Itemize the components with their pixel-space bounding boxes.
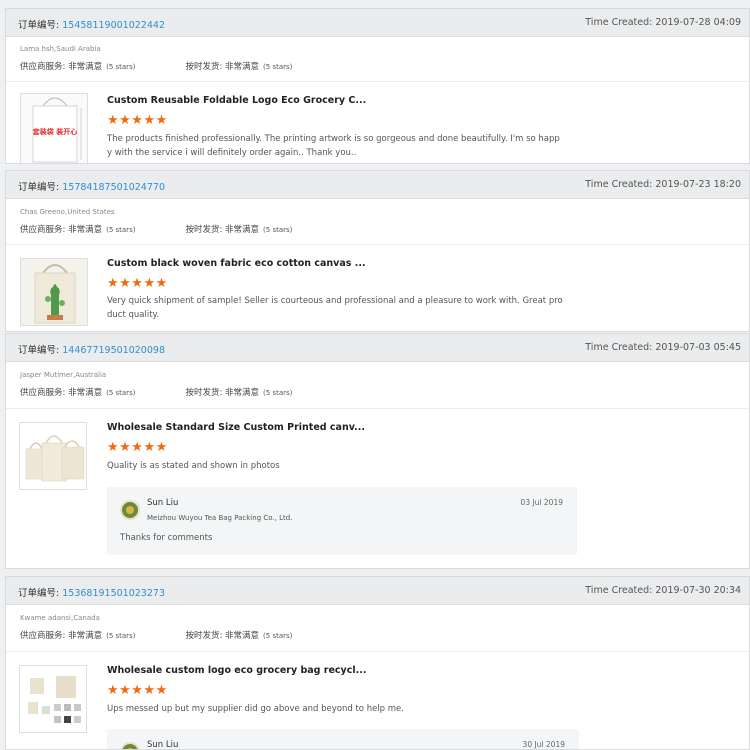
order-number-link[interactable]: 15784187501024770 xyxy=(62,182,165,193)
order-card: 订单编号: 15368191501023273 Time Created: 20… xyxy=(5,576,750,750)
supplier-ratings: 供应商服务: 非常满意 (5 stars) 按时发货: 非常满意 (5 stars) xyxy=(20,386,292,398)
shipping-stars: (5 stars) xyxy=(263,226,293,234)
rating-stars: ★★★★★ xyxy=(107,113,168,128)
order-header: 订单编号: 15784187501024770 Time Created: 20… xyxy=(6,171,749,199)
order-number-label: 订单编号: xyxy=(18,345,60,356)
review-text: Very quick shipment of sample! Seller is… xyxy=(107,294,563,322)
time-created: Time Created: 2019-07-28 04:09 xyxy=(585,17,741,28)
supplier-ratings: 供应商服务: 非常满意 (5 stars) 按时发货: 非常满意 (5 stars) xyxy=(20,629,292,641)
supplier-reply: Sun Liu Meizhou Wuyou Tea Bag Packing Co… xyxy=(107,487,577,555)
shipping-label: 按时发货: xyxy=(185,225,223,235)
reply-company: Meizhou Wuyou Tea Bag Packing Co., Ltd. xyxy=(147,514,293,522)
time-created: Time Created: 2019-07-30 20:34 xyxy=(585,585,741,596)
shipping-label: 按时发货: xyxy=(185,631,223,641)
order-number-link[interactable]: 15368191501023273 xyxy=(62,588,165,599)
supplier-service-stars: (5 stars) xyxy=(106,632,136,640)
logo-print: 套装袋 装开心 xyxy=(33,127,77,136)
review-line: y with the service i will definitely ord… xyxy=(107,148,357,158)
shipping-value: 非常满意 xyxy=(225,62,260,72)
shipping-stars: (5 stars) xyxy=(263,63,293,71)
shipping-value: 非常满意 xyxy=(225,388,260,398)
shipping-label: 按时发货: xyxy=(185,388,223,398)
order-header: 订单编号: 15458119001022442 Time Created: 20… xyxy=(6,9,749,37)
supplier-service-value: 非常满意 xyxy=(68,388,103,398)
order-number-line: 订单编号: 14467719501020098 xyxy=(18,342,165,356)
shipping-stars: (5 stars) xyxy=(263,389,293,397)
supplier-service-label: 供应商服务: xyxy=(20,62,66,72)
order-number-link[interactable]: 15458119001022442 xyxy=(62,20,165,31)
buyer-info: Jasper Mutimer,Australia xyxy=(20,371,107,379)
product-title-link[interactable]: Custom Reusable Foldable Logo Eco Grocer… xyxy=(107,95,366,106)
product-title-link[interactable]: Custom black woven fabric eco cotton can… xyxy=(107,258,366,269)
supplier-service-stars: (5 stars) xyxy=(106,226,136,234)
order-number-line: 订单编号: 15458119001022442 xyxy=(18,17,165,31)
supplier-service-stars: (5 stars) xyxy=(106,63,136,71)
supplier-service-value: 非常满意 xyxy=(68,631,103,641)
review-text: Ups messed up but my supplier did go abo… xyxy=(107,702,404,716)
shipping-label: 按时发货: xyxy=(185,62,223,72)
reply-author: Sun Liu xyxy=(147,740,179,750)
order-header: 订单编号: 15368191501023273 Time Created: 20… xyxy=(6,577,749,605)
order-card: 订单编号: 15784187501024770 Time Created: 20… xyxy=(5,170,750,332)
order-card: 订单编号: 14467719501020098 Time Created: 20… xyxy=(5,333,750,569)
shipping-value: 非常满意 xyxy=(225,225,260,235)
order-number-line: 订单编号: 15368191501023273 xyxy=(18,585,165,599)
buyer-info: Lama hsh,Saudi Arabia xyxy=(20,45,101,53)
order-number-label: 订单编号: xyxy=(18,20,60,31)
time-created: Time Created: 2019-07-23 18:20 xyxy=(585,179,741,190)
supplier-service-label: 供应商服务: xyxy=(20,225,66,235)
shipping-stars: (5 stars) xyxy=(263,632,293,640)
order-number-line: 订单编号: 15784187501024770 xyxy=(18,179,165,193)
review-line: Very quick shipment of sample! Seller is… xyxy=(107,296,563,306)
rating-stars: ★★★★★ xyxy=(107,683,168,698)
rating-stars: ★★★★★ xyxy=(107,276,168,291)
order-number-label: 订单编号: xyxy=(18,182,60,193)
supplier-ratings: 供应商服务: 非常满意 (5 stars) 按时发货: 非常满意 (5 stars) xyxy=(20,60,292,72)
product-thumbnail[interactable] xyxy=(20,258,88,326)
product-title-link[interactable]: Wholesale custom logo eco grocery bag re… xyxy=(107,665,366,676)
shipping-value: 非常满意 xyxy=(225,631,260,641)
product-thumbnail[interactable] xyxy=(19,665,87,733)
review-line: Quality is as stated and shown in photos xyxy=(107,461,280,471)
review-line: duct quality. xyxy=(107,310,160,320)
review-line: Ups messed up but my supplier did go abo… xyxy=(107,704,404,714)
supplier-service-value: 非常满意 xyxy=(68,225,103,235)
reply-date: 03 Jul 2019 xyxy=(520,498,563,507)
product-title-link[interactable]: Wholesale Standard Size Custom Printed c… xyxy=(107,422,365,433)
supplier-reply: Sun Liu 30 Jul 2019 xyxy=(107,729,579,750)
review-text: Quality is as stated and shown in photos xyxy=(107,459,280,473)
order-number-label: 订单编号: xyxy=(18,588,60,599)
buyer-info: Kwame adansi,Canada xyxy=(20,614,100,622)
review-line: The products finished professionally. Th… xyxy=(107,134,560,144)
product-thumbnail[interactable] xyxy=(19,422,87,490)
order-header: 订单编号: 14467719501020098 Time Created: 20… xyxy=(6,334,749,362)
buyer-info: Chas Greeno,United States xyxy=(20,208,115,216)
time-created: Time Created: 2019-07-03 05:45 xyxy=(585,342,741,353)
product-thumbnail[interactable]: 套装袋 装开心 xyxy=(20,93,88,163)
reply-author: Sun Liu xyxy=(147,498,179,508)
reply-date: 30 Jul 2019 xyxy=(522,740,565,749)
supplier-service-label: 供应商服务: xyxy=(20,388,66,398)
review-text: The products finished professionally. Th… xyxy=(107,132,560,160)
order-card: 订单编号: 15458119001022442 Time Created: 20… xyxy=(5,8,750,164)
supplier-avatar xyxy=(120,742,140,749)
rating-stars: ★★★★★ xyxy=(107,440,168,455)
reply-text: Thanks for comments xyxy=(120,533,213,543)
supplier-avatar xyxy=(120,500,140,520)
supplier-service-value: 非常满意 xyxy=(68,62,103,72)
supplier-service-stars: (5 stars) xyxy=(106,389,136,397)
supplier-ratings: 供应商服务: 非常满意 (5 stars) 按时发货: 非常满意 (5 stars) xyxy=(20,223,292,235)
supplier-service-label: 供应商服务: xyxy=(20,631,66,641)
order-number-link[interactable]: 14467719501020098 xyxy=(62,345,165,356)
